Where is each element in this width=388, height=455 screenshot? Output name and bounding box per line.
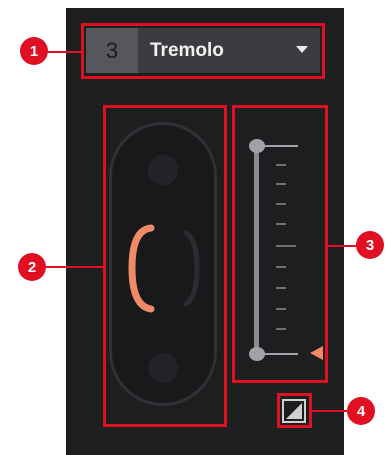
callout-line-2 (46, 266, 104, 268)
callout-badge-1: 1 (20, 37, 48, 65)
highlight-box-3 (232, 105, 328, 383)
highlight-box-1 (81, 23, 325, 79)
highlight-box-2 (103, 105, 227, 427)
callout-badge-4: 4 (347, 397, 375, 425)
callout-line-1 (48, 51, 82, 53)
callout-line-4 (311, 410, 347, 412)
callout-line-3 (327, 245, 357, 247)
callout-badge-3: 3 (356, 231, 384, 259)
highlight-box-4 (277, 393, 312, 428)
callout-badge-2: 2 (18, 253, 46, 281)
